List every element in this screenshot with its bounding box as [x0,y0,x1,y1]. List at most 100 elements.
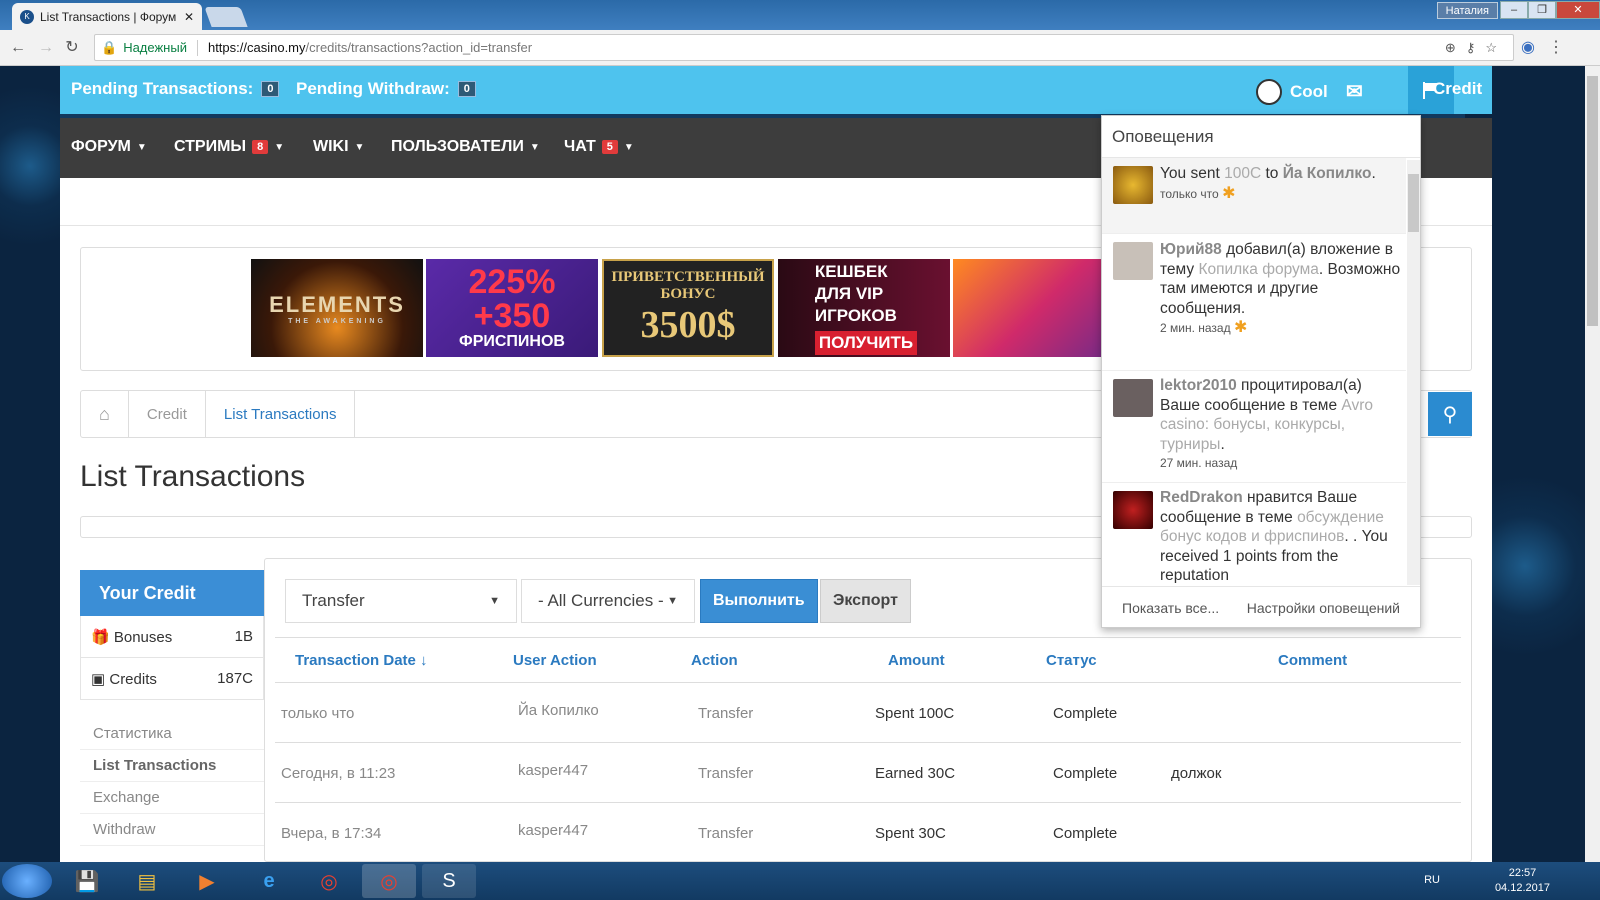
th-date[interactable]: Transaction Date ↓ [295,652,428,669]
notifications-scrollbar[interactable] [1407,160,1420,585]
reload-icon[interactable]: ↻ [62,38,82,58]
export-button[interactable]: Экспорт [820,579,911,623]
piggy-bank-avatar [1113,166,1153,204]
address-bar[interactable]: 🔒 Надежный https://casino.my /credits/tr… [94,34,1514,61]
pending-withdraw[interactable]: Pending Withdraw: 0 [296,79,476,99]
tab-close-icon[interactable]: ✕ [184,10,194,24]
system-clock[interactable]: 22:57 04.12.2017 [1495,866,1550,896]
pending-transactions-label: Pending Transactions: [71,79,254,98]
window-user-badge[interactable]: Наталия [1436,2,1498,19]
banner-elements[interactable]: ELEMENTS THE AWAKENING [251,259,423,357]
banner-freespins[interactable]: 225% +350 ФРИСПИНОВ [426,259,598,357]
caret-down-icon: ▼ [136,141,147,153]
sidebar-link-stats[interactable]: Статистика [80,718,264,750]
show-all-link[interactable]: Показать все... [1122,600,1219,616]
windows-taskbar: 💾 ▤ ▶ e ◎ ◎ S RU 22:57 04.12.2017 [0,862,1600,900]
nav-chat[interactable]: ЧАТ 5 ▼ [564,138,634,156]
home-icon[interactable]: ⌂ [81,391,129,437]
table-row: только что Йа Копилко Transfer Spent 100… [275,683,1461,743]
action-select[interactable]: Transfer ▼ [285,579,517,623]
breadcrumb-credit[interactable]: Credit [129,391,206,437]
new-star-icon: ✱ [1233,319,1248,336]
chrome-icon[interactable]: ◎ [302,864,356,898]
explorer-icon[interactable]: ▤ [120,864,174,898]
site-favicon-icon: K [20,9,34,24]
nav-forum[interactable]: ФОРУМ ▼ [71,138,147,156]
gift-icon: 🎁 [91,628,110,646]
th-amount[interactable]: Amount [888,652,945,669]
search-button[interactable]: ⚲ [1428,392,1472,436]
notification-item[interactable]: RedDrakon нравится Ваше сообщение в теме… [1102,483,1406,583]
credit-sidebar: Your Credit 🎁 Bonuses 1B ▣ Credits 187C … [80,570,264,862]
start-button[interactable] [2,864,52,898]
user-avatar [1113,242,1153,280]
page-scrollbar[interactable] [1585,66,1600,862]
maximize-button[interactable]: ❐ [1528,1,1556,19]
nav-users[interactable]: ПОЛЬЗОВАТЕЛИ ▼ [391,138,540,156]
streams-badge: 8 [252,140,269,154]
sidebar-link-list-transactions[interactable]: List Transactions [80,750,264,782]
lock-icon: 🔒 [101,39,118,55]
username: Cool [1290,82,1328,101]
nav-wiki[interactable]: WIKI ▼ [313,138,364,156]
new-tab-button[interactable] [204,7,248,27]
internet-explorer-icon[interactable]: e [242,864,296,898]
url-path: /credits/transactions?action_id=transfer [305,40,533,55]
notifications-title: Оповещения [1102,116,1420,158]
execute-button[interactable]: Выполнить [700,579,818,623]
pending-transactions[interactable]: Pending Transactions: 0 [71,79,280,99]
breadcrumb-current[interactable]: List Transactions [206,391,356,437]
save-app-icon[interactable]: 💾 [60,864,114,898]
currency-select[interactable]: - All Currencies - ▼ [521,579,695,623]
pending-withdraw-count: 0 [457,81,476,97]
table-row: Сегодня, в 11:23 kasper447 Transfer Earn… [275,743,1461,803]
envelope-icon[interactable]: ✉ [1346,79,1363,104]
user-menu[interactable]: Cool [1256,79,1328,105]
language-indicator[interactable]: RU [1424,874,1440,886]
url-host: https://casino.my [207,40,306,55]
divider [196,39,198,56]
close-window-button[interactable]: ✕ [1556,1,1600,19]
banner-welcome-bonus[interactable]: ПРИВЕТСТВЕННЫЙ БОНУС 3500$ [602,259,774,357]
th-comment[interactable]: Comment [1278,652,1347,669]
banner-vip-cashback[interactable]: КЕШБЕК ДЛЯ VIP ИГРОКОВ ПОЛУЧИТЬ [778,259,950,357]
browser-tab-active[interactable]: K List Transactions | Форум ✕ [12,3,202,30]
sidebar-link-exchange[interactable]: Exchange [80,782,264,814]
user-avatar [1113,379,1153,417]
banner-dinosaur[interactable] [953,259,1125,357]
sidebar-row-credits: ▣ Credits 187C [80,658,264,700]
minimize-button[interactable]: – [1500,1,1528,19]
notifications-list[interactable]: You sent 100C to Йа Копилко. только что … [1102,158,1406,583]
pending-transactions-count: 0 [261,81,280,97]
th-user-action[interactable]: User Action [513,652,597,669]
forward-icon[interactable]: → [36,38,56,58]
credit-link[interactable]: Credit [1433,79,1482,99]
scrollbar-thumb[interactable] [1408,174,1419,232]
omnibox-icons[interactable]: ⊕⚷☆ [1445,40,1507,56]
th-action[interactable]: Action [691,652,738,669]
extension-icon[interactable]: ◉ [1518,38,1538,58]
skype-icon[interactable]: S [422,864,476,898]
background-decoration [0,66,60,862]
menu-icon[interactable]: ⋮ [1546,38,1566,58]
table-row: Вчера, в 17:34 kasper447 Transfer Spent … [275,803,1461,862]
media-player-icon[interactable]: ▶ [180,864,234,898]
user-avatar [1256,79,1282,105]
notification-item[interactable]: Юрий88 добавил(а) вложение в тему Копилк… [1102,234,1406,371]
tab-title: List Transactions | Форум [40,9,177,24]
notifications-footer: Показать все... Настройки оповещений [1102,586,1420,628]
user-avatar [1113,491,1153,529]
notification-item[interactable]: You sent 100C to Йа Копилко. только что … [1102,158,1406,234]
page-title: List Transactions [80,460,306,493]
notification-item[interactable]: lektor2010 процитировал(а) Ваше сообщени… [1102,371,1406,483]
nav-streams[interactable]: СТРИМЫ 8 ▼ [174,138,284,156]
sidebar-row-bonuses: 🎁 Bonuses 1B [80,616,264,658]
scrollbar-thumb[interactable] [1587,76,1598,326]
notifications-dropdown: Оповещения You sent 100C to Йа Копилко. … [1101,115,1421,628]
sidebar-link-withdraw[interactable]: Withdraw [80,814,264,846]
th-status[interactable]: Статус [1046,652,1097,669]
back-icon[interactable]: ← [8,38,28,58]
caret-down-icon: ▼ [529,141,540,153]
chrome-active-icon[interactable]: ◎ [362,864,416,898]
notification-settings-link[interactable]: Настройки оповещений [1247,600,1400,616]
